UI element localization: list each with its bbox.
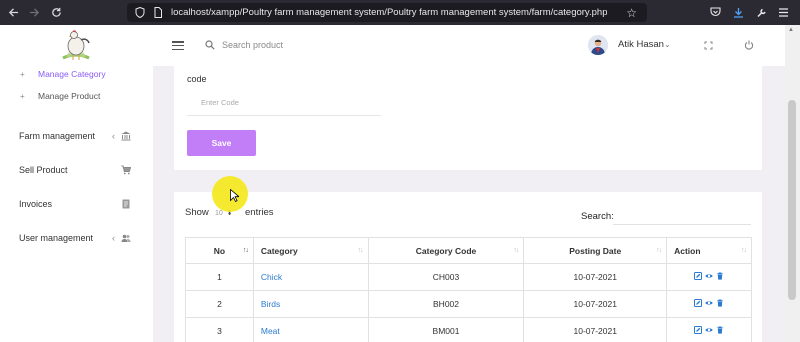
sort-icon: ↑↓ [513, 247, 519, 254]
user-name[interactable]: Atik Hasan [618, 39, 664, 50]
search-input[interactable] [222, 37, 402, 53]
url-text[interactable]: localhost/xampp/Poultry farm management … [171, 7, 607, 18]
column-header-category[interactable]: Category ↑↓ [252, 237, 369, 264]
power-icon[interactable] [743, 39, 755, 51]
bullet-icon: + [20, 69, 25, 79]
column-header-category-code[interactable]: Category Code ↑↓ [367, 237, 525, 264]
cell-posting-date: 10-07-2021 [523, 290, 668, 318]
category-form-card [174, 66, 762, 170]
cell-action [666, 317, 752, 342]
delete-icon[interactable] [716, 272, 724, 280]
hamburger-icon[interactable] [172, 41, 184, 50]
scrollbar-thumb[interactable] [788, 100, 796, 300]
cell-no: 2 [185, 290, 254, 318]
url-bar[interactable]: localhost/xampp/Poultry farm management … [127, 3, 647, 22]
sidebar-item-manage-category[interactable]: + Manage Category [20, 69, 106, 79]
sidebar-item-label: Manage Product [38, 91, 101, 101]
cell-category-code: BM001 [367, 317, 525, 342]
entries-label: entries [245, 207, 274, 218]
sidebar-item-invoices[interactable]: Invoices [19, 199, 139, 209]
table-search-input[interactable] [613, 205, 751, 225]
cell-posting-date: 10-07-2021 [523, 263, 668, 291]
bullet-icon: + [20, 91, 25, 101]
table-search-label: Search: [581, 211, 614, 222]
delete-icon[interactable] [716, 299, 724, 307]
download-icon[interactable] [729, 3, 747, 21]
pocket-icon[interactable] [706, 3, 724, 21]
cell-category[interactable]: Birds [252, 290, 369, 318]
column-header-no[interactable]: No ↑↓ [185, 237, 254, 264]
delete-icon[interactable] [716, 326, 724, 334]
column-header-label: No [213, 245, 226, 256]
view-icon[interactable] [705, 299, 713, 307]
reload-icon[interactable] [45, 1, 67, 23]
column-header-label: Action [674, 245, 701, 256]
sort-icon: ↑↓ [656, 247, 662, 254]
edit-icon[interactable] [694, 272, 703, 280]
shield-icon[interactable] [135, 7, 145, 18]
cell-no: 1 [185, 263, 254, 291]
sidebar-item-farm-management[interactable]: Farm management ‹ [19, 131, 139, 141]
users-icon [121, 234, 131, 242]
sort-icon: ↑↓ [242, 247, 249, 254]
entries-value: 10 [215, 209, 223, 217]
show-label: Show [185, 207, 209, 218]
scroll-up-icon[interactable]: ▲ [788, 27, 794, 33]
browser-toolbar: localhost/xampp/Poultry farm management … [0, 0, 800, 25]
chevron-left-icon: ‹ [112, 131, 115, 141]
cell-no: 3 [185, 317, 254, 342]
cell-action [666, 290, 752, 318]
table-row: 2 Birds BH002 10-07-2021 [185, 290, 752, 318]
back-icon[interactable] [2, 1, 24, 23]
table-row: 3 Meat BM001 10-07-2021 [185, 317, 752, 342]
cell-category-code: CH003 [367, 263, 525, 291]
menu-icon[interactable] [774, 3, 792, 21]
star-icon[interactable]: ☆ [626, 6, 637, 20]
save-button[interactable]: Save [187, 130, 256, 156]
sidebar-item-label: User management [19, 233, 94, 243]
table-row: 1 Chick CH003 10-07-2021 [185, 263, 752, 291]
forward-icon[interactable] [23, 1, 45, 23]
chevron-down-icon[interactable]: ⌄ [664, 40, 671, 49]
cell-category[interactable]: Meat [252, 317, 369, 342]
cell-category-code: BH002 [367, 290, 525, 318]
column-header-label: Category [260, 245, 298, 256]
page-icon [154, 7, 162, 18]
cell-action [666, 263, 752, 291]
table-header-row: No ↑↓ Category ↑↓ Category Code ↑↓ Posti… [185, 237, 752, 264]
bank-icon [121, 131, 131, 141]
sidebar-item-manage-product[interactable]: + Manage Product [20, 91, 100, 101]
sidebar-item-sell-product[interactable]: Sell Product [19, 165, 139, 175]
code-field[interactable] [187, 90, 381, 116]
column-header-action[interactable]: Action ↑↓ [666, 237, 752, 264]
mouse-pointer-icon [230, 189, 239, 202]
sort-icon: ↑↓ [741, 247, 747, 254]
logo [62, 29, 90, 60]
edit-icon[interactable] [694, 326, 703, 334]
sidebar-item-label: Invoices [19, 199, 53, 209]
sidebar-item-label: Manage Category [38, 69, 106, 79]
column-header-posting-date[interactable]: Posting Date ↑↓ [523, 237, 668, 264]
view-icon[interactable] [705, 326, 713, 334]
column-header-label: Category Code [415, 245, 477, 256]
view-icon[interactable] [705, 272, 713, 280]
chevron-left-icon: ‹ [112, 233, 115, 243]
document-icon [122, 199, 130, 209]
column-header-label: Posting Date [569, 245, 622, 256]
category-table: No ↑↓ Category ↑↓ Category Code ↑↓ Posti… [185, 237, 752, 342]
search-icon [205, 40, 215, 50]
wrench-icon[interactable] [752, 3, 770, 21]
sidebar-item-user-management[interactable]: User management ‹ [19, 233, 139, 243]
cart-icon [121, 165, 131, 175]
code-label: code [187, 74, 207, 84]
sidebar-item-label: Sell Product [19, 165, 68, 175]
cell-posting-date: 10-07-2021 [523, 317, 668, 342]
avatar[interactable] [588, 35, 608, 55]
edit-icon[interactable] [694, 299, 703, 307]
fullscreen-icon[interactable] [702, 39, 714, 51]
cell-category[interactable]: Chick [252, 263, 369, 291]
sort-icon: ↑↓ [357, 247, 364, 254]
sidebar-item-label: Farm management [19, 131, 96, 141]
